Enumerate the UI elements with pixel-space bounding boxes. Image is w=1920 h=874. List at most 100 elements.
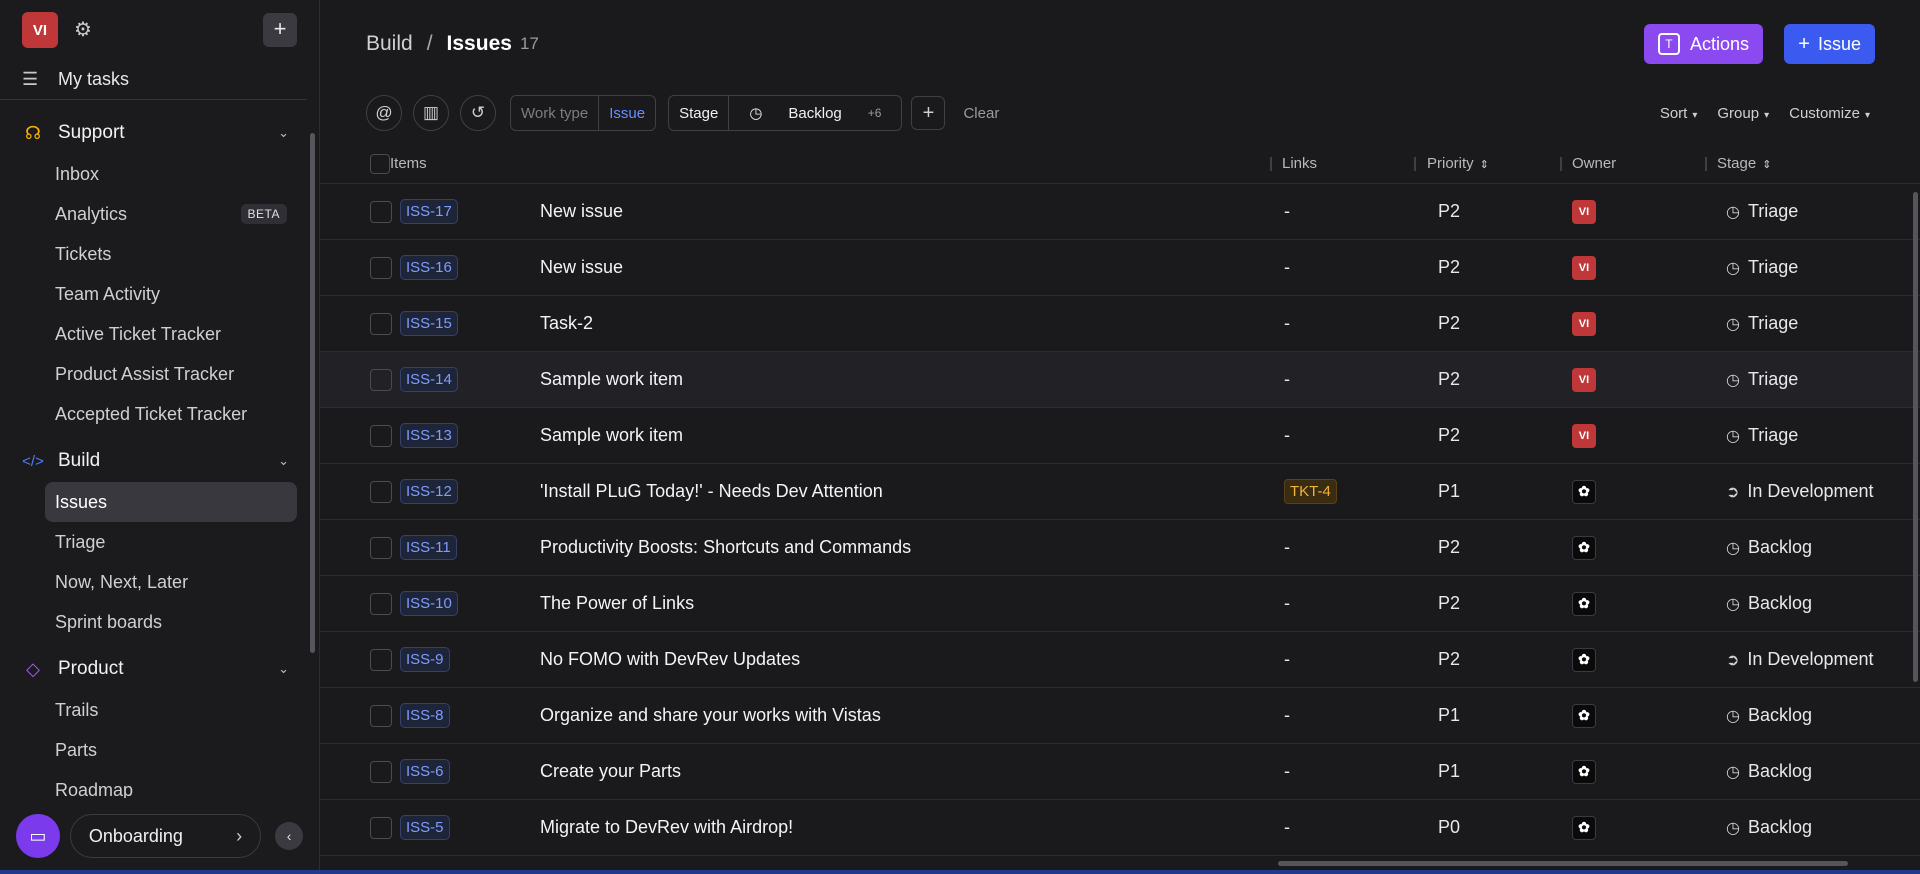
- devrev-owner-icon[interactable]: ✿: [1572, 815, 1596, 840]
- issue-id[interactable]: ISS-6: [400, 759, 450, 784]
- chat-icon[interactable]: ▭: [16, 814, 60, 858]
- row-checkbox[interactable]: [370, 760, 392, 783]
- issue-title[interactable]: Create your Parts: [540, 761, 681, 782]
- issue-id[interactable]: ISS-10: [400, 591, 458, 616]
- devrev-owner-icon[interactable]: ✿: [1572, 703, 1596, 728]
- column-divider[interactable]: [1705, 156, 1707, 171]
- row-checkbox[interactable]: [370, 256, 392, 279]
- my-tasks-link[interactable]: ☰ My tasks: [0, 60, 307, 100]
- issue-id[interactable]: ISS-13: [400, 423, 458, 448]
- issue-title[interactable]: Organize and share your works with Vista…: [540, 705, 881, 726]
- onboarding-button[interactable]: Onboarding ›: [69, 814, 262, 858]
- issue-stage[interactable]: ➲ In Development: [1726, 481, 1873, 502]
- sidebar-item-inbox[interactable]: Inbox: [0, 154, 319, 194]
- row-checkbox[interactable]: [370, 480, 392, 503]
- sidebar-item-triage[interactable]: Triage: [0, 522, 319, 562]
- issue-title[interactable]: Sample work item: [540, 369, 683, 390]
- issue-title[interactable]: New issue: [540, 257, 623, 278]
- breadcrumb-build[interactable]: Build: [366, 32, 413, 56]
- issue-title[interactable]: No FOMO with DevRev Updates: [540, 649, 800, 670]
- column-owner[interactable]: Owner: [1572, 155, 1616, 172]
- issue-id[interactable]: ISS-14: [400, 367, 458, 392]
- sidebar-item-accepted-ticket-tracker[interactable]: Accepted Ticket Tracker: [0, 394, 319, 434]
- chart-icon[interactable]: ▥: [413, 95, 449, 131]
- sidebar-item-trails[interactable]: Trails: [0, 690, 319, 730]
- devrev-owner-icon[interactable]: ✿: [1572, 759, 1596, 784]
- table-row[interactable]: ISS-14 Sample work item - P2 VI ◷ Triage: [320, 352, 1920, 408]
- table-row[interactable]: ISS-13 Sample work item - P2 VI ◷ Triage: [320, 408, 1920, 464]
- issue-priority[interactable]: P1: [1438, 481, 1460, 502]
- add-filter-button[interactable]: +: [911, 96, 946, 130]
- sidebar-scrollbar[interactable]: [310, 133, 315, 653]
- issue-id[interactable]: ISS-17: [400, 199, 458, 224]
- issue-stage[interactable]: ➲ In Development: [1726, 649, 1873, 670]
- issue-id[interactable]: ISS-15: [400, 311, 458, 336]
- owner-avatar[interactable]: VI: [1572, 367, 1596, 392]
- chevron-down-icon[interactable]: ⌄: [278, 661, 289, 677]
- issue-priority[interactable]: P1: [1438, 761, 1460, 782]
- customize-button[interactable]: Customize ▾: [1789, 105, 1870, 122]
- actions-button[interactable]: T Actions: [1643, 24, 1763, 64]
- issue-stage[interactable]: ◷ Triage: [1726, 201, 1798, 222]
- sidebar-item-parts[interactable]: Parts: [0, 730, 319, 770]
- history-icon[interactable]: ↺: [460, 95, 496, 131]
- column-links[interactable]: Links: [1282, 155, 1317, 172]
- issue-id[interactable]: ISS-16: [400, 255, 458, 280]
- issue-priority[interactable]: P2: [1438, 369, 1460, 390]
- row-checkbox[interactable]: [370, 424, 392, 447]
- sidebar-item-now-next-later[interactable]: Now, Next, Later: [0, 562, 319, 602]
- ticket-link-tag[interactable]: TKT-4: [1284, 479, 1337, 504]
- sidebar-section-product[interactable]: ◇ Product ⌄: [0, 648, 319, 690]
- row-checkbox[interactable]: [370, 312, 392, 335]
- sidebar-item-tickets[interactable]: Tickets: [0, 234, 319, 274]
- issue-priority[interactable]: P2: [1438, 537, 1460, 558]
- table-row[interactable]: ISS-12 'Install PLuG Today!' - Needs Dev…: [320, 464, 1920, 520]
- table-vertical-scrollbar[interactable]: [1913, 192, 1918, 682]
- issue-stage[interactable]: ◷ Backlog: [1726, 817, 1812, 838]
- devrev-owner-icon[interactable]: ✿: [1572, 535, 1596, 560]
- table-row[interactable]: ISS-9 No FOMO with DevRev Updates - P2 ✿…: [320, 632, 1920, 688]
- column-priority[interactable]: Priority ⇕: [1427, 155, 1489, 172]
- issue-id[interactable]: ISS-11: [400, 535, 457, 560]
- issue-stage[interactable]: ◷ Backlog: [1726, 761, 1812, 782]
- sidebar-item-sprint-boards[interactable]: Sprint boards: [0, 602, 319, 642]
- issue-stage[interactable]: ◷ Triage: [1726, 257, 1798, 278]
- column-stage[interactable]: Stage ⇕: [1717, 155, 1771, 172]
- column-divider[interactable]: [1414, 156, 1416, 171]
- issue-id[interactable]: ISS-5: [400, 815, 450, 840]
- owner-avatar[interactable]: VI: [1572, 199, 1596, 224]
- sidebar-item-product-assist-tracker[interactable]: Product Assist Tracker: [0, 354, 319, 394]
- devrev-owner-icon[interactable]: ✿: [1572, 647, 1596, 672]
- sidebar-item-analytics[interactable]: Analytics BETA: [0, 194, 319, 234]
- sidebar-section-support[interactable]: ☊ Support ⌄: [0, 112, 319, 154]
- column-divider[interactable]: [1270, 156, 1272, 171]
- issue-stage[interactable]: ◷ Triage: [1726, 425, 1798, 446]
- new-issue-button[interactable]: + Issue: [1784, 24, 1875, 64]
- issue-priority[interactable]: P2: [1438, 649, 1460, 670]
- row-checkbox[interactable]: [370, 368, 392, 391]
- sidebar-item-active-ticket-tracker[interactable]: Active Ticket Tracker: [0, 314, 319, 354]
- issue-priority[interactable]: P1: [1438, 705, 1460, 726]
- sidebar-section-build[interactable]: </> Build ⌄: [0, 440, 319, 482]
- stage-filter[interactable]: Stage ◷ Backlog +6: [668, 95, 903, 131]
- issue-priority[interactable]: P2: [1438, 257, 1460, 278]
- row-checkbox[interactable]: [370, 536, 392, 559]
- issue-priority[interactable]: P2: [1438, 313, 1460, 334]
- row-checkbox[interactable]: [370, 648, 392, 671]
- table-row[interactable]: ISS-5 Migrate to DevRev with Airdrop! - …: [320, 800, 1920, 856]
- gear-icon[interactable]: ⚙: [72, 19, 94, 41]
- work-type-filter[interactable]: Work type Issue: [510, 95, 657, 131]
- issue-stage[interactable]: ◷ Backlog: [1726, 705, 1812, 726]
- issue-priority[interactable]: P0: [1438, 817, 1460, 838]
- create-plus-button[interactable]: +: [263, 13, 297, 47]
- issue-title[interactable]: New issue: [540, 201, 623, 222]
- sidebar-item-team-activity[interactable]: Team Activity: [0, 274, 319, 314]
- mention-icon[interactable]: @: [366, 95, 402, 131]
- row-checkbox[interactable]: [370, 816, 392, 839]
- devrev-owner-icon[interactable]: ✿: [1572, 479, 1596, 504]
- issue-title[interactable]: Task-2: [540, 313, 593, 334]
- table-row[interactable]: ISS-16 New issue - P2 VI ◷ Triage: [320, 240, 1920, 296]
- owner-avatar[interactable]: VI: [1572, 311, 1596, 336]
- issue-priority[interactable]: P2: [1438, 593, 1460, 614]
- row-checkbox[interactable]: [370, 704, 392, 727]
